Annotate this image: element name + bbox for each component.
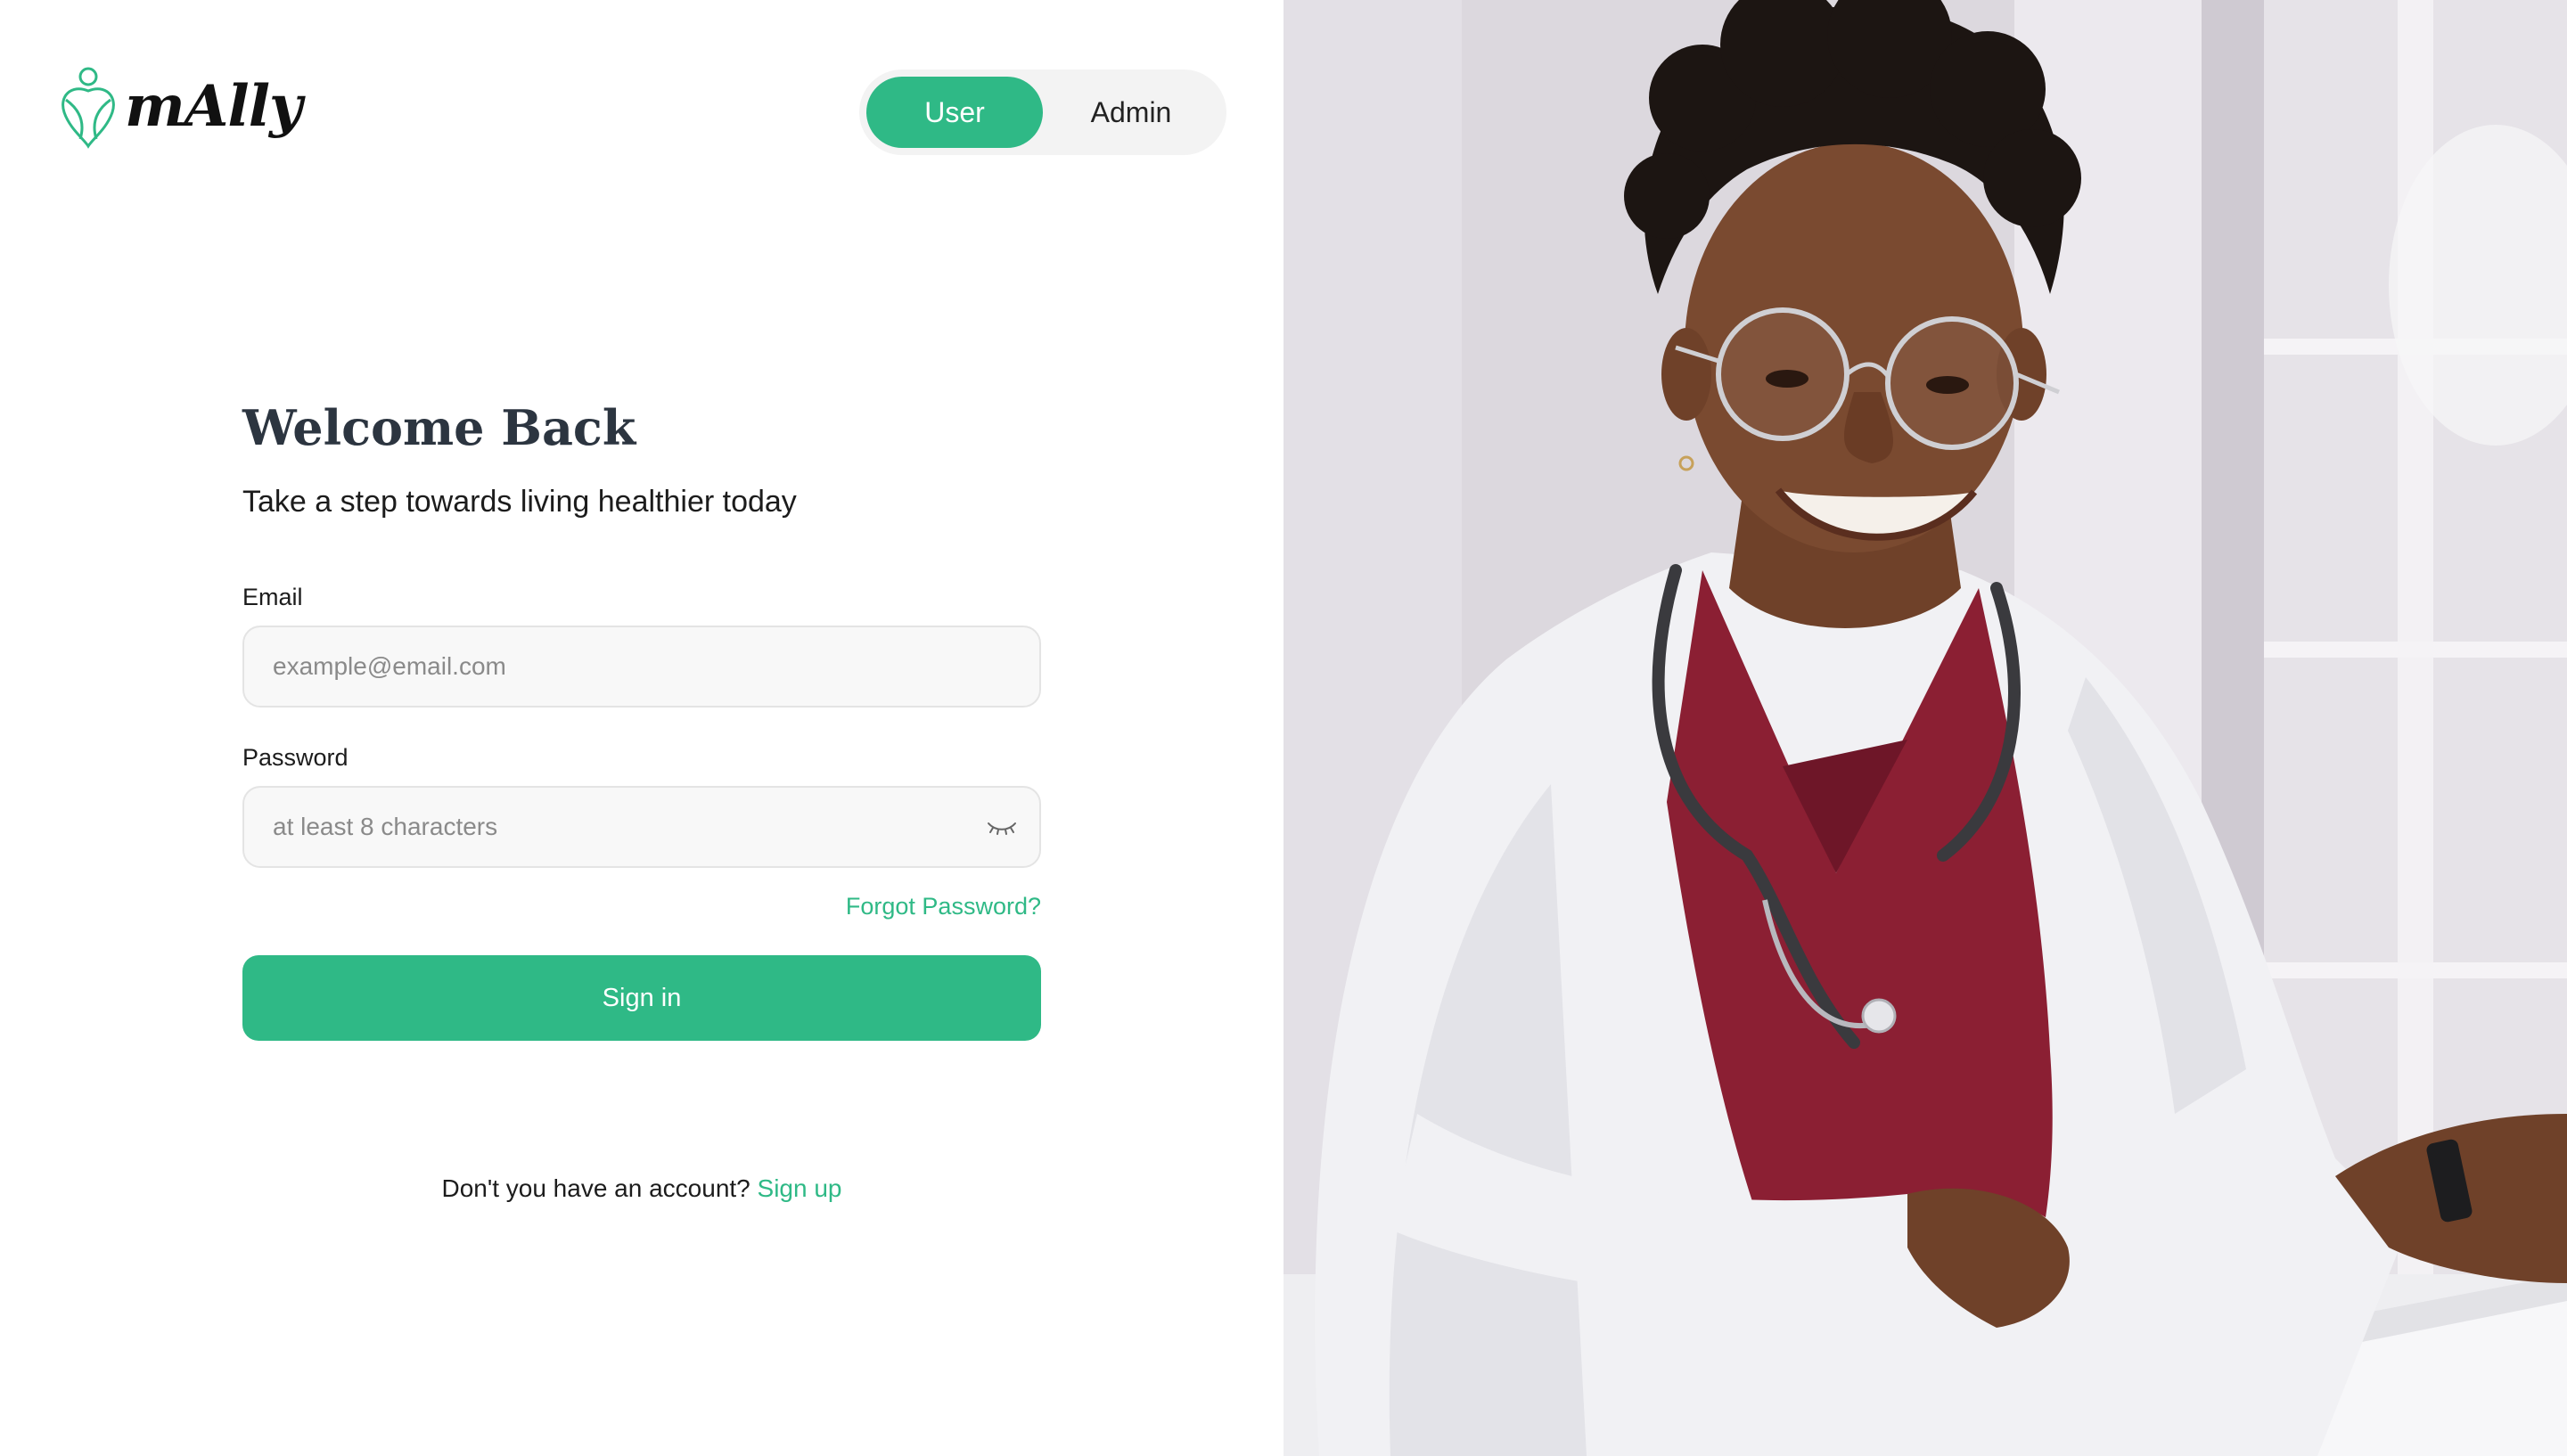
password-field-wrapper [242,786,1041,868]
email-label: Email [242,584,303,610]
role-toggle: User Admin [859,70,1226,155]
signup-prompt-row: Don't you have an account? Sign up [242,1174,1041,1203]
sign-in-button[interactable]: Sign in [242,955,1041,1041]
sign-up-link[interactable]: Sign up [758,1174,842,1202]
email-field-wrapper [242,626,1041,708]
role-option-admin[interactable]: Admin [1043,77,1219,148]
hero-image-panel [1284,0,2567,1456]
login-form: Welcome Back Take a step towards living … [242,392,1041,1203]
smiling-doctor-photo [1284,0,2567,1456]
brand-name: mAlly [125,73,302,140]
email-field[interactable] [244,627,1039,706]
role-option-user[interactable]: User [866,77,1043,148]
page-title: Welcome Back [242,399,636,456]
login-page: mAlly User Admin Welcome Back Take a ste… [0,0,2567,1456]
forgot-password-link[interactable]: Forgot Password? [846,893,1041,920]
forgot-password-row: Forgot Password? [242,893,1041,928]
heart-figure-logo-icon [62,67,115,149]
login-panel: mAlly User Admin Welcome Back Take a ste… [0,0,1284,1456]
brand-logo[interactable]: mAlly [55,64,302,150]
password-field[interactable] [244,788,1039,866]
password-label: Password [242,744,349,771]
page-subtitle: Take a step towards living healthier tod… [242,485,797,519]
signup-prompt-text: Don't you have an account? [441,1174,750,1202]
eye-closed-icon[interactable] [984,811,1020,847]
